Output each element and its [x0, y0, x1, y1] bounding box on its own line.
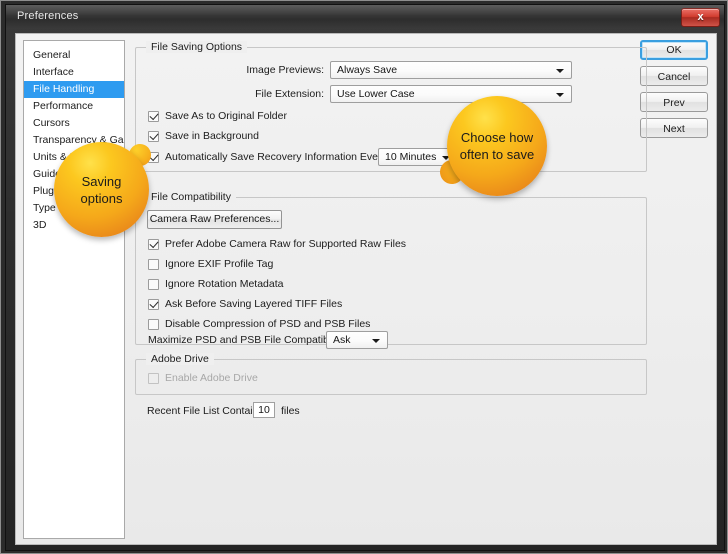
maximize-compatibility-label: Maximize PSD and PSB File Compatibilty: [148, 334, 345, 346]
sidebar-item-interface[interactable]: Interface [24, 64, 124, 81]
choose-interval-callout-text: Choose how often to save [447, 129, 547, 163]
adobe-drive-title: Adobe Drive [146, 353, 214, 365]
file-saving-options-title: File Saving Options [146, 41, 248, 53]
recent-file-list-suffix: files [281, 405, 300, 417]
ignore-exif-label: Ignore EXIF Profile Tag [165, 258, 274, 270]
save-as-original-folder-label: Save As to Original Folder [165, 110, 287, 122]
maximize-compatibility-dropdown[interactable]: Ask [326, 331, 388, 349]
chevron-down-icon [372, 339, 380, 343]
file-saving-options-group: File Saving Options Image Previews: Alwa… [135, 41, 647, 172]
ignore-exif-checkbox[interactable] [148, 259, 159, 270]
chevron-down-icon [556, 93, 564, 97]
ask-before-tiff-label: Ask Before Saving Layered TIFF Files [165, 298, 343, 310]
window-inner-frame: Preferences x General Interface File Han… [5, 4, 725, 551]
disable-compression-label: Disable Compression of PSD and PSB Files [165, 318, 371, 330]
dialog-body: General Interface File Handling Performa… [15, 33, 717, 545]
save-as-original-folder-checkbox[interactable] [148, 111, 159, 122]
disable-compression-checkbox[interactable] [148, 319, 159, 330]
file-extension-label: File Extension: [255, 88, 324, 100]
adobe-drive-group: Adobe Drive Enable Adobe Drive [135, 353, 647, 395]
save-in-background-label: Save in Background [165, 130, 259, 142]
sidebar-item-performance[interactable]: Performance [24, 98, 124, 115]
choose-interval-callout: Choose how often to save [447, 96, 547, 196]
image-previews-dropdown[interactable]: Always Save [330, 61, 572, 79]
maximize-compatibility-value: Ask [333, 334, 351, 346]
enable-adobe-drive-checkbox [148, 373, 159, 384]
saving-options-callout: Saving options [54, 142, 149, 237]
image-previews-value: Always Save [337, 64, 398, 76]
close-icon: x [697, 11, 704, 23]
title-bar[interactable]: Preferences x [6, 5, 724, 29]
prev-button[interactable]: Prev [640, 92, 708, 112]
saving-options-callout-text: Saving options [80, 173, 123, 206]
auto-save-interval-value: 10 Minutes [385, 151, 437, 163]
file-extension-value: Use Lower Case [337, 88, 415, 100]
recent-file-list-label: Recent File List Contains: [147, 405, 267, 417]
sidebar-item-file-handling[interactable]: File Handling [24, 81, 124, 98]
enable-adobe-drive-label: Enable Adobe Drive [165, 372, 258, 384]
save-in-background-checkbox[interactable] [148, 131, 159, 142]
prefer-camera-raw-label: Prefer Adobe Camera Raw for Supported Ra… [165, 238, 407, 250]
ask-before-tiff-checkbox[interactable] [148, 299, 159, 310]
file-extension-dropdown[interactable]: Use Lower Case [330, 85, 572, 103]
ok-button[interactable]: OK [640, 40, 708, 60]
choose-interval-line2: often to save [459, 147, 535, 162]
camera-raw-preferences-button[interactable]: Camera Raw Preferences... [147, 210, 282, 229]
next-button[interactable]: Next [640, 118, 708, 138]
sidebar-item-general[interactable]: General [24, 47, 124, 64]
preferences-window: Preferences x General Interface File Han… [0, 0, 728, 554]
file-compatibility-title: File Compatibility [146, 191, 236, 203]
close-button[interactable]: x [681, 8, 720, 27]
window-title: Preferences [17, 10, 79, 22]
sidebar-item-cursors[interactable]: Cursors [24, 115, 124, 132]
recent-file-count-input[interactable]: 10 [253, 402, 275, 418]
dialog-button-column: OK Cancel Prev Next [640, 40, 708, 144]
cancel-button[interactable]: Cancel [640, 66, 708, 86]
chevron-down-icon [556, 69, 564, 73]
category-list[interactable]: General Interface File Handling Performa… [23, 40, 125, 539]
auto-save-recovery-label: Automatically Save Recovery Information … [165, 151, 390, 163]
image-previews-label: Image Previews: [246, 64, 324, 76]
ignore-rotation-checkbox[interactable] [148, 279, 159, 290]
choose-interval-line1: Choose how [460, 130, 534, 145]
prefer-camera-raw-checkbox[interactable] [148, 239, 159, 250]
file-compatibility-group: File Compatibility Camera Raw Preference… [135, 191, 647, 349]
settings-panel: File Saving Options Image Previews: Alwa… [135, 40, 647, 539]
ignore-rotation-label: Ignore Rotation Metadata [165, 278, 284, 290]
